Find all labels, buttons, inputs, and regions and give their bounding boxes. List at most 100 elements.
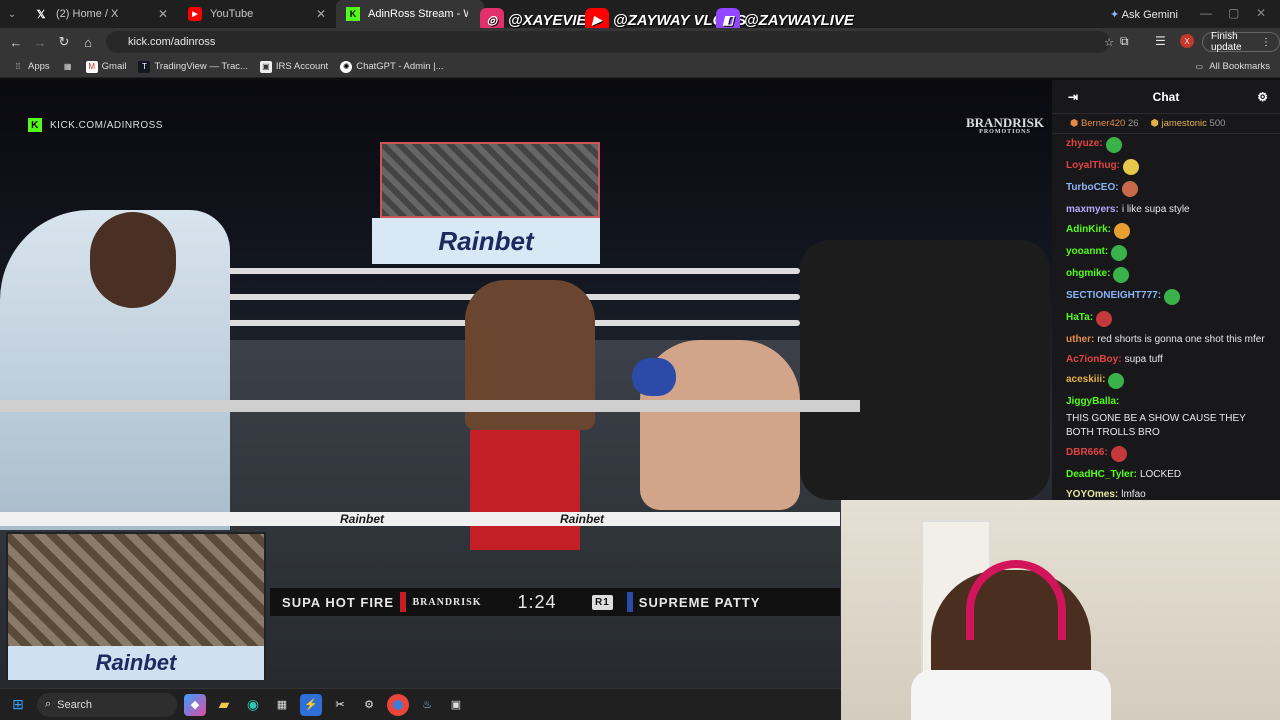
bookmark-apps[interactable]: ⁞⁞ Apps [12, 61, 50, 73]
finish-update-button[interactable]: Finish update ⋮ [1202, 31, 1280, 53]
gifter-value: 26 [1127, 118, 1139, 129]
folder-icon: ▭ [1195, 62, 1204, 71]
chat-message: SECTIONEIGHT777: [1052, 286, 1280, 308]
ring-rope-middle [0, 400, 860, 412]
chat-username[interactable]: TurboCEO: [1066, 181, 1119, 195]
chat-username[interactable]: zhyuze: [1066, 137, 1103, 151]
chat-message: DeadHC_Tyler: LOCKED [1052, 465, 1280, 485]
bookmark-gmail[interactable]: M Gmail [85, 60, 126, 73]
app-icon-2[interactable]: ▣ [445, 694, 467, 716]
chat-title: Chat [1152, 89, 1180, 104]
taskbar-search[interactable]: ⌕ Search [37, 692, 177, 717]
grid-icon: ▦ [63, 62, 72, 71]
sponsor-banner: Rainbet [372, 218, 600, 264]
chat-message: DBR666: [1052, 443, 1280, 465]
chat-username[interactable]: maxmyers: [1066, 203, 1119, 217]
bookmark-tradingview[interactable]: T TradingView — Trac... [138, 60, 248, 73]
close-window-button[interactable]: ✕ [1256, 6, 1266, 20]
streamer-webcam [841, 500, 1280, 720]
chat-username[interactable]: JiggyBalla: [1066, 395, 1119, 409]
capcut-icon[interactable]: ✂ [329, 694, 351, 716]
chat-username[interactable]: AdinKirk: [1066, 223, 1111, 237]
pip-sponsor-banner: Rainbet [8, 646, 264, 680]
address-toolbar: ← → ↻ ⌂ kick.com/adinross ☆ ⧉ ☰ X Finish… [0, 28, 1280, 56]
settings-icon[interactable]: ⚙ [358, 694, 380, 716]
chat-username[interactable]: DeadHC_Tyler: [1066, 468, 1137, 482]
back-button[interactable]: ← [4, 35, 28, 50]
chat-username[interactable]: HaTa: [1066, 311, 1093, 325]
apps-grid-icon: ⁞⁞ [15, 62, 21, 71]
bookmark-label: IRS Account [275, 61, 329, 72]
close-icon[interactable]: ✕ [316, 7, 326, 21]
tab-youtube[interactable]: ▶ YouTube ✕ [178, 0, 336, 28]
chat-username[interactable]: uther: [1066, 333, 1094, 347]
tradingview-icon: T [138, 60, 151, 73]
chatgpt-icon: ✺ [340, 60, 353, 73]
chat-text: LOCKED [1139, 469, 1182, 480]
file-explorer-icon[interactable]: ▰ [213, 694, 235, 716]
camera-operator [800, 240, 1050, 500]
emote-icon [1122, 159, 1139, 175]
gifter-name: Berner420 [1080, 118, 1126, 129]
close-icon[interactable]: ✕ [158, 7, 168, 21]
bookmark-chatgpt[interactable]: ✺ ChatGPT - Admin |... [340, 60, 444, 73]
windows-start-icon[interactable]: ⊞ [7, 694, 29, 716]
picture-in-picture-feed: Rainbet [6, 532, 266, 680]
emote-icon [1110, 446, 1127, 462]
bookmark-grid[interactable]: ▦ [62, 61, 74, 73]
emote-icon [1113, 267, 1130, 283]
tab-search-icon[interactable]: ☰ [1155, 34, 1166, 48]
bookmark-label: ChatGPT - Admin |... [356, 61, 444, 72]
store-icon[interactable]: ▦ [271, 694, 293, 716]
tab-search-button[interactable]: ⌄ [0, 9, 24, 20]
avatar[interactable]: X [1180, 34, 1194, 48]
url-bar[interactable]: kick.com/adinross ☆ [106, 31, 1114, 53]
steam-icon[interactable]: ♨ [416, 694, 438, 716]
bookmark-irs[interactable]: ▣ IRS Account [259, 60, 329, 73]
gifter-entry[interactable]: ⬢ jamestonic 500 [1151, 118, 1226, 129]
copilot-icon[interactable]: ◆ [184, 693, 206, 716]
chat-username[interactable]: DBR666: [1066, 446, 1108, 460]
boxing-glove [632, 358, 676, 396]
chat-message: aceskiii: [1052, 370, 1280, 392]
kick-watermark: K KICK.COM/ADINROSS [28, 118, 163, 132]
home-button[interactable]: ⌂ [76, 35, 100, 50]
chat-username[interactable]: aceskiii: [1066, 373, 1105, 387]
chat-message: uther: red shorts is gonna one shot this … [1052, 330, 1280, 350]
forward-button[interactable]: → [28, 35, 52, 50]
all-bookmarks[interactable]: ▭ All Bookmarks [1193, 61, 1271, 73]
tab-x-home[interactable]: 𝕏 (2) Home / X ✕ [24, 0, 178, 28]
tab-label: AdinRoss Stream - Watch L [368, 8, 468, 20]
extensions-icon[interactable]: ⧉ [1120, 34, 1129, 49]
search-placeholder: Search [57, 698, 93, 711]
emote-icon [1108, 373, 1125, 389]
chat-username[interactable]: SECTIONEIGHT777: [1066, 289, 1161, 303]
bookmark-label: TradingView — Trac... [154, 61, 248, 72]
chat-username[interactable]: Ac7ionBoy: [1066, 353, 1122, 367]
chat-username[interactable]: yooannt: [1066, 245, 1108, 259]
reload-button[interactable]: ↻ [52, 34, 76, 50]
brandrisk-logo: BRANDRISK PROMOTIONS [966, 116, 1044, 135]
edge-icon[interactable]: ◉ [242, 694, 264, 716]
chat-settings-icon[interactable]: ⚙ [1257, 90, 1268, 104]
minimize-button[interactable]: — [1200, 6, 1212, 20]
finish-update-label: Finish update [1211, 31, 1242, 53]
chat-header: ⇥ Chat ⚙ [1052, 80, 1280, 114]
chat-message: TurboCEO: [1052, 178, 1280, 200]
chrome-icon[interactable] [387, 693, 409, 716]
all-bookmarks-label: All Bookmarks [1209, 61, 1270, 72]
chat-username[interactable]: ohgmike: [1066, 267, 1110, 281]
collapse-chat-icon[interactable]: ⇥ [1068, 90, 1078, 104]
bookmark-label: Apps [28, 61, 50, 72]
chat-username[interactable]: LoyalThug: [1066, 159, 1120, 173]
gifter-entry[interactable]: ⬢ Berner420 26 [1070, 118, 1139, 129]
tab-adinross-stream[interactable]: K AdinRoss Stream - Watch L [336, 0, 484, 28]
emote-icon [1105, 137, 1122, 153]
gemini-sparkle-icon: ✦ [1110, 9, 1120, 21]
bookmark-star-icon[interactable]: ☆ [1104, 36, 1114, 49]
windows-taskbar: ⊞ ⌕ Search ◆ ▰ ◉ ▦ ⚡ ✂ ⚙ ♨ ▣ [0, 688, 841, 720]
ask-gemini-button[interactable]: ✦ Ask Gemini [1110, 8, 1178, 21]
maximize-button[interactable]: ▢ [1228, 6, 1239, 20]
app-icon[interactable]: ⚡ [300, 693, 322, 716]
crown-icon: ⬢ [1150, 118, 1159, 129]
